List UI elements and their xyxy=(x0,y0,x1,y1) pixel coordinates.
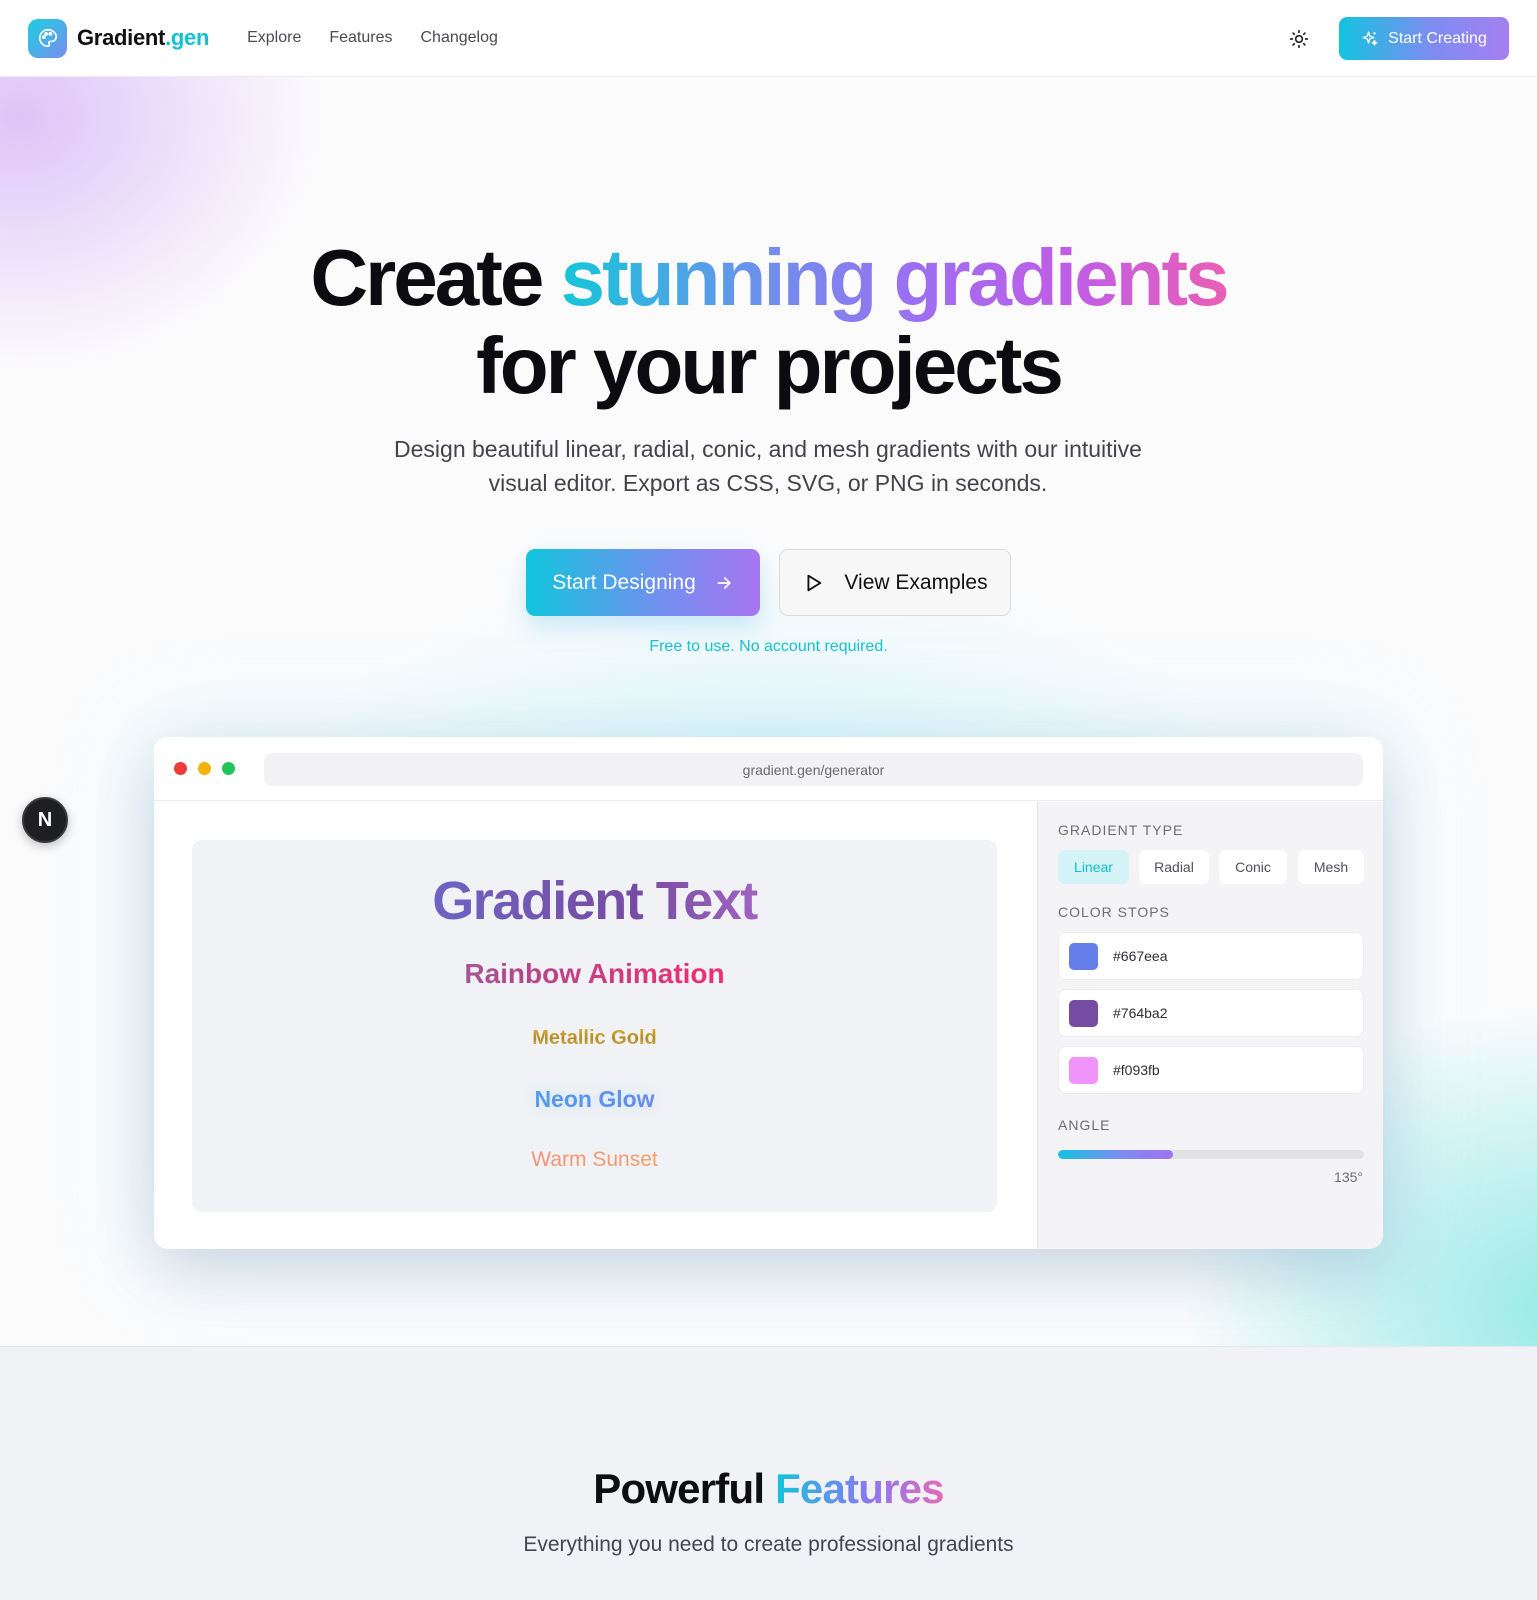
type-linear-button[interactable]: Linear xyxy=(1058,850,1129,884)
hero-subtitle: Design beautiful linear, radial, conic, … xyxy=(394,436,1142,496)
view-examples-label: View Examples xyxy=(844,570,988,594)
features-section: Powerful Features Everything you need to… xyxy=(0,1346,1537,1600)
angle-slider[interactable] xyxy=(1058,1150,1364,1159)
start-designing-button[interactable]: Start Designing xyxy=(526,549,760,616)
type-radial-button[interactable]: Radial xyxy=(1139,850,1209,884)
preview-metallic-gold: Metallic Gold xyxy=(192,1027,997,1050)
start-creating-button[interactable]: Start Creating xyxy=(1339,17,1509,60)
hero-title: Create stunning gradients for your proje… xyxy=(0,234,1537,410)
play-icon xyxy=(802,572,824,594)
color-swatch[interactable] xyxy=(1069,1056,1098,1084)
nav-link-changelog[interactable]: Changelog xyxy=(420,29,497,47)
color-stop-hex: #f093fb xyxy=(1113,1062,1160,1078)
sparkles-icon xyxy=(1361,30,1379,48)
arrow-right-icon xyxy=(714,573,734,593)
features-subtitle: Everything you need to create profession… xyxy=(523,1533,1014,1556)
sun-icon[interactable] xyxy=(1284,24,1314,54)
start-creating-label: Start Creating xyxy=(1388,29,1487,47)
color-stop-row[interactable]: #f093fb xyxy=(1058,1046,1364,1094)
nav-link-explore[interactable]: Explore xyxy=(247,29,301,47)
hero-title-plain: Create xyxy=(310,233,561,322)
color-swatch[interactable] xyxy=(1069,999,1098,1027)
brand-name[interactable]: Gradient.gen xyxy=(77,25,209,51)
color-stops-label: COLOR STOPS xyxy=(1058,904,1170,920)
color-stop-row[interactable]: #764ba2 xyxy=(1058,989,1364,1037)
editor-preview-window: gradient.gen/generator Gradient Text Rai… xyxy=(154,737,1383,1249)
hero-title-gradient: stunning gradients xyxy=(560,233,1230,322)
gradient-type-label: GRADIENT TYPE xyxy=(1058,822,1184,838)
minimize-dot-icon xyxy=(198,762,211,775)
angle-slider-fill xyxy=(1058,1150,1173,1159)
preview-canvas: Gradient Text Rainbow Animation Metallic… xyxy=(154,802,1037,1249)
type-conic-button[interactable]: Conic xyxy=(1219,850,1287,884)
close-dot-icon xyxy=(174,762,187,775)
features-title: Powerful Features xyxy=(0,1465,1537,1513)
angle-label: ANGLE xyxy=(1058,1117,1111,1133)
start-designing-label: Start Designing xyxy=(552,570,696,594)
color-stop-hex: #667eea xyxy=(1113,948,1168,964)
color-stop-row[interactable]: #667eea xyxy=(1058,932,1364,980)
floating-n-button[interactable]: N xyxy=(22,797,68,843)
preview-warm-sunset: Warm Sunset xyxy=(192,1148,997,1172)
preview-gradient-text: Gradient Text xyxy=(192,870,997,932)
brand-tld: .gen xyxy=(165,25,210,50)
maximize-dot-icon xyxy=(222,762,235,775)
features-title-plain: Powerful xyxy=(593,1465,776,1512)
view-examples-button[interactable]: View Examples xyxy=(779,549,1011,616)
features-title-gradient: Features xyxy=(775,1465,944,1512)
preview-neon-glow: Neon Glow xyxy=(192,1086,997,1113)
nav-link-features[interactable]: Features xyxy=(329,29,392,47)
window-titlebar: gradient.gen/generator xyxy=(154,737,1383,801)
palette-icon[interactable] xyxy=(28,18,67,58)
brand-main: Gradient xyxy=(77,25,166,50)
color-swatch[interactable] xyxy=(1069,942,1098,970)
url-bar: gradient.gen/generator xyxy=(264,753,1363,786)
free-note: Free to use. No account required. xyxy=(649,638,888,655)
nav-links: Explore Features Changelog xyxy=(247,29,498,47)
top-nav: Gradient.gen Explore Features Changelog … xyxy=(0,0,1537,77)
preview-rainbow-animation: Rainbow Animation xyxy=(192,958,997,990)
color-stop-hex: #764ba2 xyxy=(1113,1005,1168,1021)
hero-title-line-2: for your projects xyxy=(476,321,1064,410)
preview-card: Gradient Text Rainbow Animation Metallic… xyxy=(192,840,997,1212)
gradient-settings-panel: GRADIENT TYPE Linear Radial Conic Mesh C… xyxy=(1037,802,1383,1249)
angle-value: 135° xyxy=(1334,1169,1363,1185)
type-mesh-button[interactable]: Mesh xyxy=(1298,850,1364,884)
